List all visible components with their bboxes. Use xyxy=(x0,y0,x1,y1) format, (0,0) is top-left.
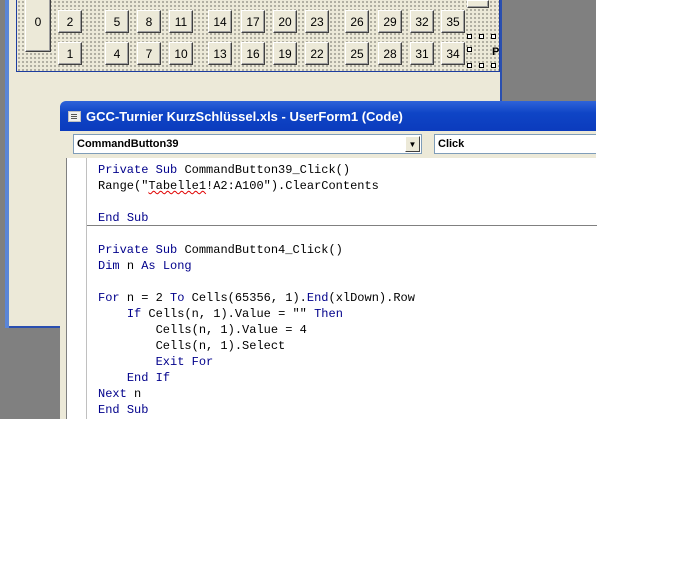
button-label: 29 xyxy=(383,14,397,29)
userform-button[interactable]: 8 xyxy=(137,10,161,33)
userform-canvas[interactable]: 0 P 2 5 8 11 14 17 20 23 26 29 32 35 1 4 7 10 13 16 19 22 2… xyxy=(16,0,500,72)
button-label: 4 xyxy=(113,46,121,61)
code-line[interactable]: Cells(n, 1).Value = 4 xyxy=(98,322,415,338)
procedure-combo[interactable]: Click xyxy=(434,134,596,154)
selection-handle[interactable] xyxy=(479,63,484,68)
userform-button[interactable]: 20 xyxy=(273,10,297,33)
button-label: 14 xyxy=(213,14,227,29)
userform-button[interactable]: 22 xyxy=(305,42,329,65)
button-label: 17 xyxy=(246,14,260,29)
button-label: 34 xyxy=(446,46,460,61)
code-line[interactable]: Private Sub CommandButton4_Click() xyxy=(98,242,415,258)
button-label: 5 xyxy=(113,14,121,29)
code-line[interactable] xyxy=(98,226,415,242)
code-line[interactable]: Private Sub CommandButton39_Click() xyxy=(98,162,415,178)
button-label: 1 xyxy=(66,46,74,61)
userform-button[interactable]: 25 xyxy=(345,42,369,65)
userform-button[interactable]: 23 xyxy=(305,10,329,33)
code-line[interactable]: End Sub xyxy=(98,210,415,226)
userform-button[interactable]: 26 xyxy=(345,10,369,33)
code-line[interactable] xyxy=(98,274,415,290)
selection-handle[interactable] xyxy=(467,34,472,39)
userform-button[interactable]: 32 xyxy=(410,10,434,33)
userform-button[interactable]: 10 xyxy=(169,42,193,65)
code-window-title-bar[interactable]: GCC-Turnier KurzSchlüssel.xls - UserForm… xyxy=(60,101,596,131)
code-line[interactable]: End If xyxy=(98,370,415,386)
code-line[interactable]: Cells(n, 1).Select xyxy=(98,338,415,354)
userform-button[interactable]: 4 xyxy=(105,42,129,65)
code-line[interactable]: For n = 2 To Cells(65356, 1).End(xlDown)… xyxy=(98,290,415,306)
code-line[interactable]: Next n xyxy=(98,386,415,402)
button-label: 22 xyxy=(310,46,324,61)
userform-button[interactable]: 17 xyxy=(241,10,265,33)
userform-button[interactable]: 13 xyxy=(208,42,232,65)
button-label: 13 xyxy=(213,46,227,61)
userform-button[interactable]: 31 xyxy=(410,42,434,65)
selection-handle[interactable] xyxy=(491,63,496,68)
selection-handle[interactable] xyxy=(479,34,484,39)
button-label: 23 xyxy=(310,14,324,29)
userform-button-0[interactable]: 0 xyxy=(25,0,51,52)
userform-p-label[interactable]: P xyxy=(492,46,499,58)
button-label: 11 xyxy=(174,14,188,29)
right-blank-area xyxy=(596,0,685,419)
code-line[interactable]: Exit For xyxy=(98,354,415,370)
button-label: 16 xyxy=(246,46,260,61)
button-label: 20 xyxy=(278,14,292,29)
code-line[interactable]: If Cells(n, 1).Value = "" Then xyxy=(98,306,415,322)
selection-handle[interactable] xyxy=(467,47,472,52)
userform-button[interactable]: 11 xyxy=(169,10,193,33)
code-margin-indicator-bar[interactable] xyxy=(67,158,87,419)
button-label: 25 xyxy=(350,46,364,61)
code-editor[interactable]: Private Sub CommandButton39_Click() Range… xyxy=(66,158,597,419)
button-label: 8 xyxy=(145,14,153,29)
userform-window-border xyxy=(5,0,9,328)
userform-button[interactable]: 14 xyxy=(208,10,232,33)
button-label: 0 xyxy=(34,15,42,29)
object-combo[interactable]: CommandButton39 ▼ xyxy=(73,134,422,154)
code-text[interactable]: Private Sub CommandButton39_Click() Range… xyxy=(98,162,415,418)
bottom-blank-area xyxy=(0,419,685,573)
userform-button[interactable]: 34 xyxy=(441,42,465,65)
userform-button[interactable]: 19 xyxy=(273,42,297,65)
button-label: 7 xyxy=(145,46,153,61)
code-window: GCC-Turnier KurzSchlüssel.xls - UserForm… xyxy=(60,101,597,419)
code-line[interactable]: End Sub xyxy=(98,402,415,418)
userform-button[interactable]: 7 xyxy=(137,42,161,65)
button-label: 10 xyxy=(174,46,188,61)
procedure-combo-value: Click xyxy=(438,138,465,150)
button-label: 31 xyxy=(415,46,429,61)
userform-button[interactable]: 1 xyxy=(58,42,82,65)
button-label: 2 xyxy=(66,14,74,29)
userform-button[interactable]: 2 xyxy=(58,10,82,33)
selection-handle[interactable] xyxy=(491,34,496,39)
code-line[interactable]: Dim n As Long xyxy=(98,258,415,274)
code-line[interactable]: Range("Tabelle1!A2:A100").ClearContents xyxy=(98,178,415,194)
code-window-title: GCC-Turnier KurzSchlüssel.xls - UserForm… xyxy=(86,108,403,124)
button-label: 35 xyxy=(446,14,460,29)
chevron-down-icon[interactable]: ▼ xyxy=(405,136,420,152)
code-window-icon xyxy=(68,110,81,122)
selection-handle[interactable] xyxy=(467,63,472,68)
userform-button[interactable]: 5 xyxy=(105,10,129,33)
userform-button[interactable]: 16 xyxy=(241,42,265,65)
object-combo-value: CommandButton39 xyxy=(77,138,179,150)
code-line[interactable] xyxy=(98,194,415,210)
button-label: 32 xyxy=(415,14,429,29)
button-label: 19 xyxy=(278,46,292,61)
button-label: 26 xyxy=(350,14,364,29)
userform-button[interactable]: 35 xyxy=(441,10,465,33)
userform-button[interactable]: 28 xyxy=(378,42,402,65)
button-label: 28 xyxy=(383,46,397,61)
userform-button-partial[interactable] xyxy=(467,0,489,8)
userform-button[interactable]: 29 xyxy=(378,10,402,33)
